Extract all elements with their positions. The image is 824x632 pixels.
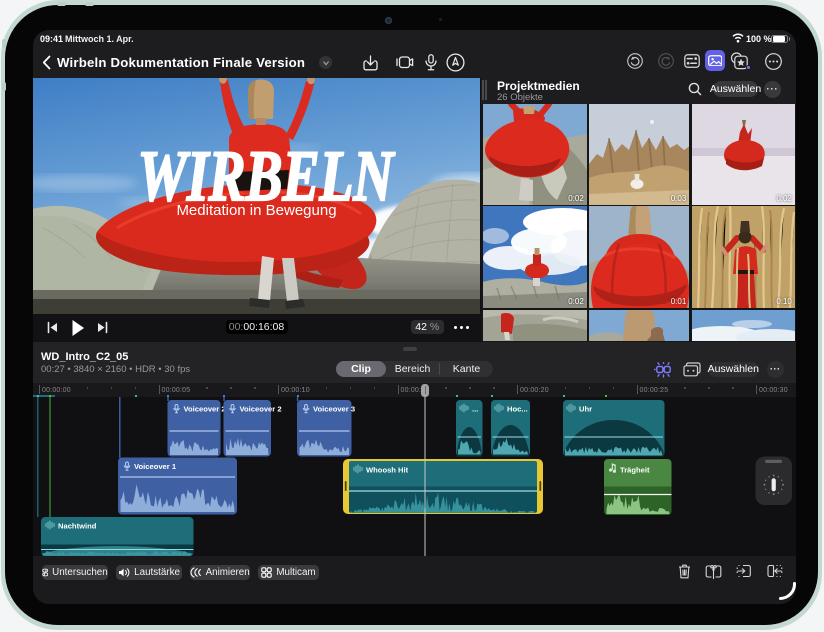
svg-text:Whoosh Hit: Whoosh Hit	[366, 466, 409, 475]
svg-text:Trägheit: Trägheit	[620, 466, 650, 475]
svg-text:...: ...	[472, 405, 478, 414]
svg-text:Nachtwind: Nachtwind	[58, 522, 97, 531]
svg-text:Uhr: Uhr	[579, 405, 592, 414]
svg-text:Voiceover 3: Voiceover 3	[313, 405, 355, 414]
svg-text:Hoc...: Hoc...	[507, 405, 528, 414]
svg-text:Voiceover 2: Voiceover 2	[184, 405, 226, 414]
svg-text:Voiceover 1: Voiceover 1	[134, 462, 177, 471]
svg-text:Voiceover 2: Voiceover 2	[240, 405, 282, 414]
